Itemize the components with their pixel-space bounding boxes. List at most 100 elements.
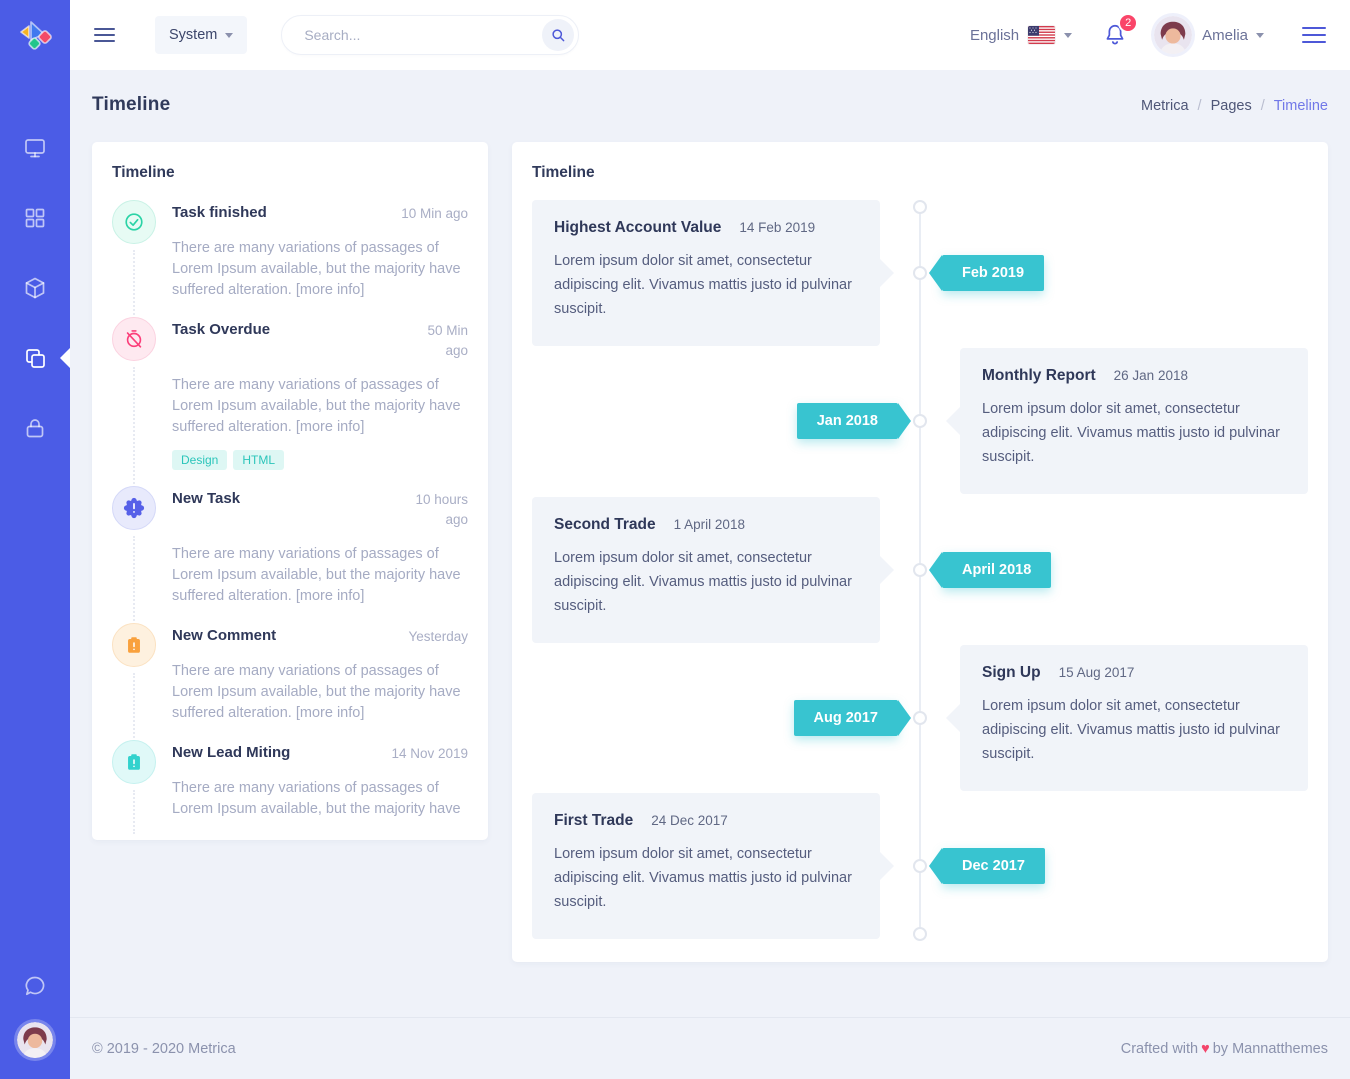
timeline-connector: [133, 367, 135, 484]
sidebar-item-authentication[interactable]: [23, 416, 47, 440]
timeline: Highest Account Value 14 Feb 2019 Lorem …: [532, 194, 1308, 962]
entry-date: 24 Dec 2017: [651, 813, 728, 828]
history-timeline-card: Timeline Highest Account Value 14 Feb 20…: [512, 142, 1328, 962]
search-input[interactable]: [304, 27, 542, 43]
timer-off-icon: [112, 317, 156, 361]
activity-description: There are many variations of passages of…: [172, 661, 468, 724]
timeline-node: [913, 711, 927, 725]
entry-date: 26 Jan 2018: [1114, 368, 1188, 383]
activity-description: There are many variations of passages of…: [172, 238, 468, 301]
activity-timeline-card: Timeline Task finished 10 Min ago There …: [92, 142, 488, 840]
activity-title: Task Overdue: [172, 317, 270, 361]
entry-body: Lorem ipsum dolor sit amet, consectetur …: [982, 397, 1286, 469]
user-avatar[interactable]: [1154, 16, 1192, 54]
search-button[interactable]: [542, 19, 574, 51]
clipboard-exclamation-icon: [112, 623, 156, 667]
entry-body: Lorem ipsum dolor sit amet, consectetur …: [982, 694, 1286, 766]
breadcrumb: Metrica / Pages / Timeline: [1141, 98, 1328, 114]
activity-list: Task finished 10 Min ago There are many …: [112, 200, 468, 836]
package-icon: [23, 276, 47, 300]
breadcrumb-current: Timeline: [1274, 98, 1328, 114]
timeline-entry: Second Trade 1 April 2018 Lorem ipsum do…: [532, 497, 880, 643]
timeline-node: [913, 414, 927, 428]
timeline-entry: Highest Account Value 14 Feb 2019 Lorem …: [532, 200, 880, 346]
entry-title: Highest Account Value: [554, 219, 721, 237]
entry-title: Monthly Report: [982, 367, 1096, 385]
user-name: Amelia: [1202, 27, 1248, 44]
notifications-button[interactable]: 2: [1102, 22, 1128, 48]
language-label: English: [970, 27, 1019, 44]
copy-icon: [23, 346, 47, 370]
lock-icon: [23, 416, 47, 440]
activity-tags: Design HTML: [172, 450, 468, 470]
activity-item: New Lead Miting 14 Nov 2019 There are ma…: [112, 740, 468, 836]
tag-badge: Design: [172, 450, 227, 470]
settings-menu-button[interactable]: [1298, 18, 1330, 52]
monitor-icon: [23, 136, 47, 160]
sidebar-user-avatar[interactable]: [17, 1022, 53, 1058]
crafted-text: Crafted with♥by Mannatthemes: [1121, 1041, 1328, 1057]
activity-time: 10 Min ago: [401, 200, 468, 224]
activity-description: There are many variations of passages of…: [172, 778, 468, 820]
activity-title: New Task: [172, 486, 240, 530]
activity-description: There are many variations of passages of…: [172, 375, 468, 438]
sidebar-item-chat[interactable]: [23, 974, 47, 998]
system-dropdown-label: System: [169, 27, 217, 43]
breadcrumb-metrica[interactable]: Metrica: [1141, 98, 1189, 114]
search-icon: [549, 26, 567, 44]
check-circle-icon: [112, 200, 156, 244]
topbar-right: English: [970, 16, 1350, 54]
active-item-marker: [60, 348, 70, 368]
sidebar-item-apps[interactable]: [23, 206, 47, 230]
timeline-entry: Sign Up 15 Aug 2017 Lorem ipsum dolor si…: [960, 645, 1308, 791]
card-title: Timeline: [532, 162, 1308, 184]
timeline-date-badge: Feb 2019: [942, 255, 1044, 291]
entry-date: 15 Aug 2017: [1059, 665, 1135, 680]
user-menu[interactable]: Amelia: [1202, 27, 1264, 44]
entry-date: 14 Feb 2019: [739, 220, 815, 235]
activity-title: New Comment: [172, 623, 276, 647]
activity-item: Task Overdue 50 Min ago There are many v…: [112, 317, 468, 486]
language-selector[interactable]: English: [970, 26, 1072, 44]
activity-title: New Lead Miting: [172, 740, 290, 764]
system-dropdown[interactable]: System: [155, 16, 247, 54]
timeline-connector: [133, 536, 135, 621]
activity-item: Task finished 10 Min ago There are many …: [112, 200, 468, 317]
timeline-node: [913, 266, 927, 280]
app-logo[interactable]: [17, 17, 53, 53]
activity-item: New Task 10 hours ago There are many var…: [112, 486, 468, 623]
timeline-endpoint: [913, 927, 927, 941]
entry-body: Lorem ipsum dolor sit amet, consectetur …: [554, 249, 858, 321]
sidebar-item-pages[interactable]: [23, 346, 47, 370]
sidebar-item-components[interactable]: [23, 276, 47, 300]
activity-item: New Comment Yesterday There are many var…: [112, 623, 468, 740]
seal-exclamation-icon: [112, 486, 156, 530]
entry-body: Lorem ipsum dolor sit amet, consectetur …: [554, 842, 858, 914]
sidebar: [0, 0, 70, 1079]
timeline-node: [913, 859, 927, 873]
heart-icon: ♥: [1198, 1041, 1213, 1057]
clipboard-exclamation-icon: [112, 740, 156, 784]
timeline-date-badge: Jan 2018: [797, 403, 898, 439]
timeline-date-badge: Aug 2017: [794, 700, 898, 736]
activity-description: There are many variations of passages of…: [172, 544, 468, 607]
page-title: Timeline: [92, 94, 170, 116]
chevron-down-icon: [1256, 33, 1264, 38]
card-title: Timeline: [112, 162, 468, 184]
activity-time: 50 Min ago: [408, 317, 468, 361]
timeline-date-badge: April 2018: [942, 552, 1051, 588]
menu-toggle-button[interactable]: [90, 20, 119, 50]
entry-body: Lorem ipsum dolor sit amet, consectetur …: [554, 546, 858, 618]
tag-badge: HTML: [233, 450, 284, 470]
breadcrumb-pages[interactable]: Pages: [1211, 98, 1252, 114]
topbar: System English: [70, 0, 1350, 70]
sidebar-item-dashboard[interactable]: [23, 136, 47, 160]
grid-icon: [23, 206, 47, 230]
entry-title: Sign Up: [982, 664, 1041, 682]
chevron-down-icon: [225, 33, 233, 38]
timeline-entry: Monthly Report 26 Jan 2018 Lorem ipsum d…: [960, 348, 1308, 494]
activity-title: Task finished: [172, 200, 267, 224]
us-flag-icon: [1028, 26, 1055, 44]
timeline-connector: [133, 790, 135, 834]
timeline-node: [913, 563, 927, 577]
